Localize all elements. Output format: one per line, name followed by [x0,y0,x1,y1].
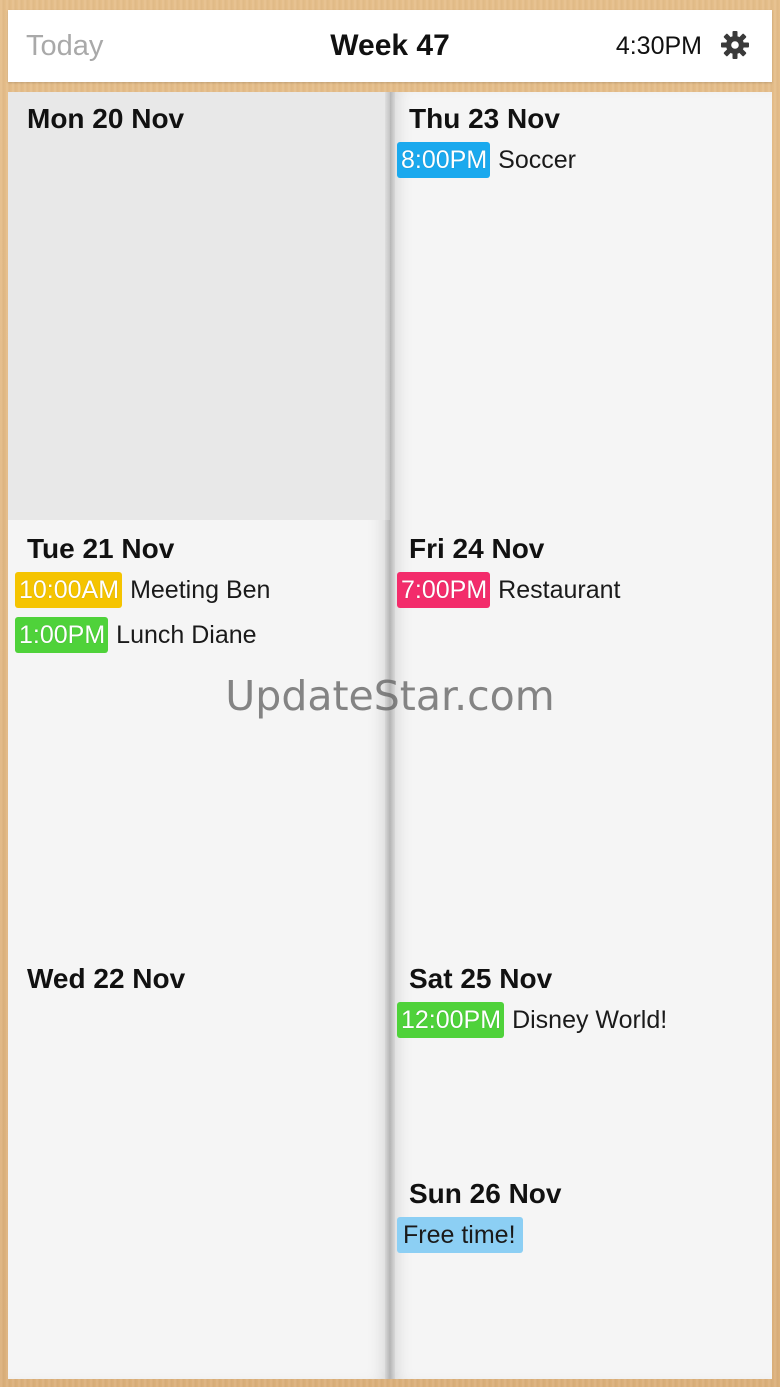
event-title: Meeting Ben [130,576,271,604]
day-sunday[interactable]: Sun 26 Nov Free time! [390,1167,772,1379]
event-item[interactable]: 10:00AM Meeting Ben [15,571,384,609]
event-list: 12:00PM Disney World! [397,1001,766,1046]
top-bar: Today Week 47 4:30PM [8,10,772,82]
event-title: Lunch Diane [116,621,257,649]
event-time-badge: 7:00PM [397,572,491,608]
right-page: Thu 23 Nov 8:00PM Soccer Fri 24 Nov 7:00… [390,92,772,1379]
day-label: Sat 25 Nov [409,963,553,994]
day-label: Sun 26 Nov [409,1178,562,1209]
day-tuesday[interactable]: Tue 21 Nov 10:00AM Meeting Ben 1:00PM Lu… [8,522,390,950]
day-label: Tue 21 Nov [27,533,175,564]
day-monday[interactable]: Mon 20 Nov [8,92,390,520]
event-item[interactable]: Free time! [397,1216,766,1254]
left-page: Mon 20 Nov Tue 21 Nov 10:00AM Meeting Be… [8,92,390,1379]
event-title: Soccer [498,146,576,174]
event-list: 10:00AM Meeting Ben 1:00PM Lunch Diane [15,571,384,661]
day-thursday[interactable]: Thu 23 Nov 8:00PM Soccer [390,92,772,520]
event-item[interactable]: 1:00PM Lunch Diane [15,616,384,654]
event-time-badge: 10:00AM [15,572,123,608]
current-time: 4:30PM [615,32,702,60]
event-title: Restaurant [498,576,621,604]
event-time-badge: 1:00PM [15,617,109,653]
day-label: Mon 20 Nov [27,103,185,134]
event-list: 7:00PM Restaurant [397,571,766,616]
day-friday[interactable]: Fri 24 Nov 7:00PM Restaurant [390,522,772,950]
event-item[interactable]: 7:00PM Restaurant [397,571,766,609]
day-label: Wed 22 Nov [27,963,186,994]
event-item[interactable]: 12:00PM Disney World! [397,1001,766,1039]
event-title: Disney World! [512,1006,668,1034]
page-spine [385,92,395,1379]
event-time-badge: 8:00PM [397,142,491,178]
event-item[interactable]: 8:00PM Soccer [397,141,766,179]
gear-icon[interactable] [720,30,750,60]
day-label: Fri 24 Nov [409,533,545,564]
event-list: Free time! [397,1216,766,1261]
day-saturday[interactable]: Sat 25 Nov 12:00PM Disney World! [390,952,772,1165]
event-tag: Free time! [397,1217,523,1253]
day-wednesday[interactable]: Wed 22 Nov [8,952,390,1379]
day-label: Thu 23 Nov [409,103,560,134]
event-time-badge: 12:00PM [397,1002,505,1038]
event-list: 8:00PM Soccer [397,141,766,186]
